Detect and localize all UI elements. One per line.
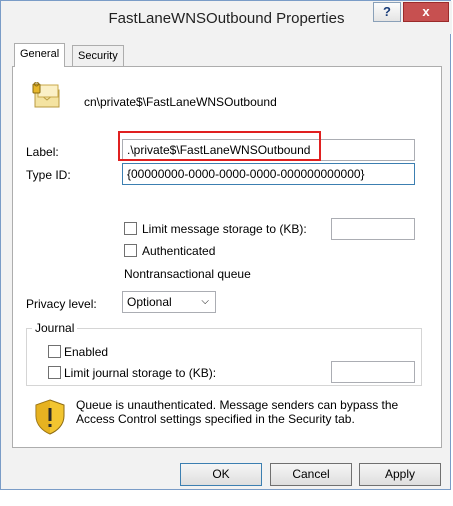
highlight-box bbox=[118, 131, 321, 161]
tab-general[interactable]: General bbox=[14, 43, 66, 67]
chevron-down-icon: ⌵ bbox=[201, 296, 209, 307]
journal-limit-label: Limit journal storage to (KB): bbox=[64, 366, 217, 380]
apply-button[interactable]: Apply bbox=[359, 463, 441, 486]
privacy-caption: Privacy level: bbox=[26, 297, 97, 311]
limit-storage-checkbox[interactable] bbox=[124, 222, 137, 235]
journal-group-title: Journal bbox=[32, 321, 78, 335]
tab-security[interactable]: Security bbox=[72, 45, 124, 67]
journal-limit-checkbox[interactable] bbox=[48, 366, 61, 379]
typeid-caption: Type ID: bbox=[26, 168, 71, 182]
general-tab-panel bbox=[12, 66, 442, 448]
typeid-input[interactable]: {00000000-0000-0000-0000-000000000000} bbox=[122, 163, 415, 185]
help-button[interactable]: ? bbox=[373, 2, 401, 22]
authenticated-checkbox[interactable] bbox=[124, 244, 137, 257]
properties-dialog: FastLaneWNSOutbound Properties ? x Gener… bbox=[0, 0, 452, 490]
cancel-button[interactable]: Cancel bbox=[270, 463, 352, 486]
close-button[interactable]: x bbox=[403, 2, 449, 22]
typeid-input-value: {00000000-0000-0000-0000-000000000000} bbox=[127, 167, 365, 181]
authenticated-label: Authenticated bbox=[142, 244, 216, 258]
privacy-level-value: Optional bbox=[127, 295, 172, 309]
limit-storage-input[interactable] bbox=[331, 218, 415, 240]
queue-envelope-icon bbox=[32, 81, 64, 110]
limit-storage-label: Limit message storage to (KB): bbox=[142, 222, 307, 236]
journal-limit-input[interactable] bbox=[331, 361, 415, 383]
queue-path-text: cn\private$\FastLaneWNSOutbound bbox=[84, 95, 277, 109]
journal-enabled-label: Enabled bbox=[64, 345, 109, 359]
label-caption: Label: bbox=[26, 145, 59, 159]
background-page-strip bbox=[0, 490, 453, 506]
nontransactional-label: Nontransactional queue bbox=[124, 267, 251, 281]
journal-enabled-checkbox[interactable] bbox=[48, 345, 61, 358]
shield-warning-icon bbox=[34, 399, 66, 435]
ok-button[interactable]: OK bbox=[180, 463, 262, 486]
privacy-level-select[interactable]: Optional ⌵ bbox=[122, 291, 216, 313]
warning-message: Queue is unauthenticated. Message sender… bbox=[76, 398, 399, 426]
